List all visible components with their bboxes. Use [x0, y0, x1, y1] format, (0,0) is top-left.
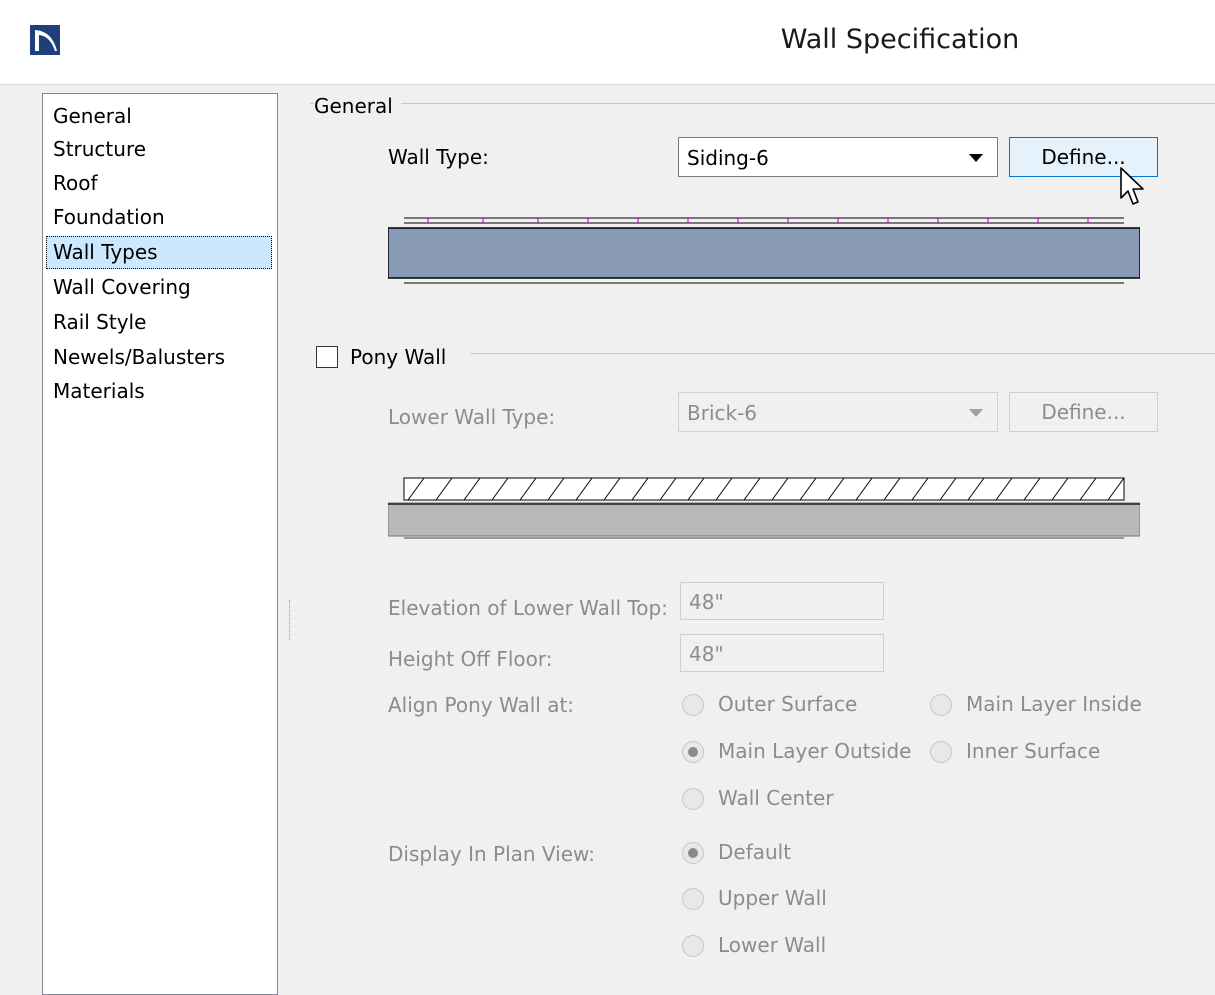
radio-main-layer-inside-label: Main Layer Inside [966, 692, 1142, 716]
radio-display-default[interactable] [682, 842, 704, 864]
nav-item-newels-balusters[interactable]: Newels/Balusters [46, 341, 272, 374]
lower-wall-type-dropdown[interactable]: Brick-6 [678, 392, 998, 432]
wall-type-label: Wall Type: [388, 145, 489, 169]
radio-outer-surface-label: Outer Surface [718, 692, 858, 716]
nav-item-foundation[interactable]: Foundation [46, 201, 272, 234]
radio-main-layer-outside-label: Main Layer Outside [718, 739, 912, 763]
nav-item-wall-types[interactable]: Wall Types [46, 236, 272, 269]
radio-display-upper-wall-label: Upper Wall [718, 886, 827, 910]
height-off-floor-field[interactable]: 48" [680, 634, 884, 672]
radio-display-default-label: Default [718, 840, 792, 864]
radio-wall-center[interactable] [682, 788, 704, 810]
nav-item-rail-style[interactable]: Rail Style [46, 306, 272, 339]
wall-type-preview [388, 217, 1140, 284]
align-pony-wall-label: Align Pony Wall at: [388, 693, 575, 717]
radio-wall-center-label: Wall Center [718, 786, 834, 810]
radio-inner-surface[interactable] [930, 741, 952, 763]
display-in-plan-view-label: Display In Plan View: [388, 842, 596, 866]
nav-item-structure[interactable]: Structure [46, 133, 272, 166]
general-group-label: General [314, 94, 401, 118]
general-group-line [310, 103, 1215, 104]
radio-main-layer-outside[interactable] [682, 741, 704, 763]
mouse-pointer-icon [1120, 167, 1144, 205]
nav-item-roof[interactable]: Roof [46, 167, 272, 200]
radio-inner-surface-label: Inner Surface [966, 739, 1101, 763]
pony-wall-checkbox[interactable] [316, 346, 338, 368]
lower-wall-type-label: Lower Wall Type: [388, 405, 556, 429]
radio-display-lower-wall-label: Lower Wall [718, 933, 827, 957]
title-bar: Wall Specification [0, 0, 1215, 85]
pony-wall-label: Pony Wall [350, 345, 447, 369]
wall-type-dropdown[interactable]: Siding-6 [678, 137, 998, 177]
window-title: Wall Specification [780, 24, 1020, 55]
elevation-lower-wall-top-value: 48" [689, 590, 724, 614]
category-list[interactable]: General Structure Roof Foundation Wall T… [42, 93, 278, 995]
chevron-down-icon [969, 409, 983, 417]
nav-item-materials[interactable]: Materials [46, 375, 272, 408]
radio-outer-surface[interactable] [682, 694, 704, 716]
elevation-lower-wall-top-field[interactable]: 48" [680, 582, 884, 620]
nav-item-wall-covering[interactable]: Wall Covering [46, 271, 272, 304]
radio-display-lower-wall[interactable] [682, 935, 704, 957]
height-off-floor-value: 48" [689, 642, 724, 666]
pony-wall-group-line [470, 353, 1215, 354]
wall-type-value: Siding-6 [687, 146, 769, 170]
height-off-floor-label: Height Off Floor: [388, 647, 553, 671]
define-lower-wall-type-button[interactable]: Define... [1009, 392, 1158, 432]
radio-main-layer-inside[interactable] [930, 694, 952, 716]
radio-display-upper-wall[interactable] [682, 888, 704, 910]
lower-wall-type-preview [388, 477, 1140, 539]
elevation-lower-wall-top-label: Elevation of Lower Wall Top: [388, 596, 668, 620]
panel-splitter[interactable] [289, 600, 292, 640]
nav-item-general[interactable]: General [46, 100, 272, 133]
lower-wall-type-value: Brick-6 [687, 401, 758, 425]
chevron-down-icon [969, 154, 983, 162]
